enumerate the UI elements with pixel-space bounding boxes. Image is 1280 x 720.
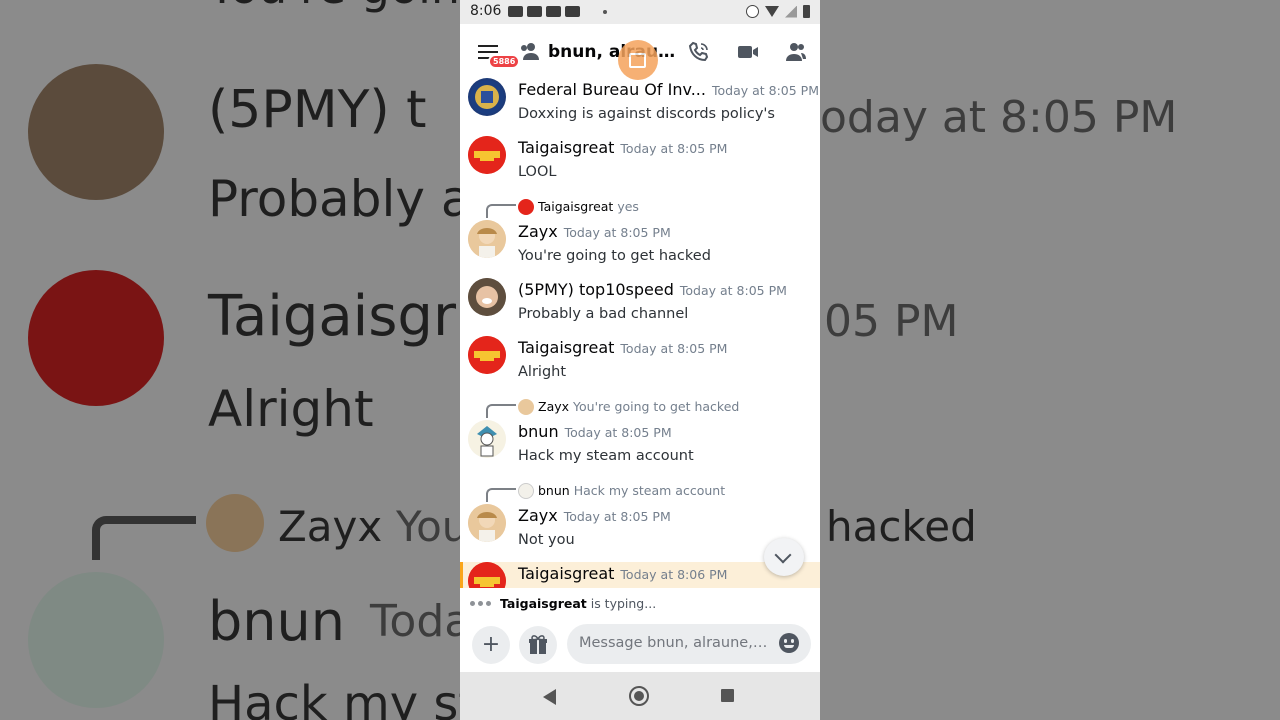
dnd-icon xyxy=(746,5,759,18)
reply-avatar xyxy=(518,399,534,415)
more-notifications-icon xyxy=(603,10,607,14)
bg-text: Zayx xyxy=(278,502,383,551)
avatar[interactable] xyxy=(468,220,506,258)
message-text: Hack my steam account xyxy=(518,448,694,464)
reply-spine xyxy=(486,404,516,418)
message-text: Doxxing is against discords policy's xyxy=(518,106,775,122)
bg-text: 05 PM xyxy=(824,296,959,347)
author-name[interactable]: Taigaisgreat Today at 8:05 PM xyxy=(518,338,727,357)
avatar[interactable] xyxy=(468,504,506,542)
author-name[interactable]: Federal Bureau Of Inv... Today at 8:05 PM xyxy=(518,80,819,99)
bg-avatar xyxy=(28,572,164,708)
bg-text: Alright xyxy=(208,380,374,438)
author-name[interactable]: bnun Today at 8:05 PM xyxy=(518,422,672,441)
group-dm-icon xyxy=(521,43,539,60)
reply-avatar xyxy=(518,483,534,499)
bg-avatar xyxy=(206,494,264,552)
unread-badge: 5886 xyxy=(488,54,521,69)
bg-text: Taigaisgr xyxy=(208,284,456,349)
message-text: Probably a bad channel xyxy=(518,306,689,322)
message-input[interactable]: Message bnun, alraune, A... xyxy=(567,624,811,664)
back-icon[interactable] xyxy=(543,689,556,705)
timestamp: Today at 8:06 PM xyxy=(620,567,728,582)
message-text: You're going to get hacked xyxy=(518,248,711,264)
timestamp: Today at 8:05 PM xyxy=(563,509,671,524)
bg-text: oday at 8:05 PM xyxy=(820,92,1178,143)
message-text: Not you xyxy=(518,532,575,548)
typing-dots-icon xyxy=(470,601,491,606)
typing-suffix: is typing... xyxy=(586,596,657,611)
status-bar: 8:06 xyxy=(460,0,820,24)
plus-icon: + xyxy=(481,632,501,657)
message-text: Alright xyxy=(518,364,567,380)
reply-spine xyxy=(486,204,516,218)
channel-header: 5886 bnun, alraun... xyxy=(460,24,820,80)
avatar[interactable] xyxy=(468,278,506,316)
jump-to-bottom-button[interactable] xyxy=(764,538,804,576)
timestamp: Today at 8:05 PM xyxy=(563,225,671,240)
gift-button[interactable] xyxy=(519,626,557,664)
youtube-icon xyxy=(565,6,580,17)
typing-indicator: Taigaisgreat is typing... xyxy=(460,590,820,618)
message-text: LOOL xyxy=(518,164,557,180)
voice-call-icon[interactable] xyxy=(687,40,711,64)
battery-icon xyxy=(803,5,810,18)
timestamp: Today at 8:05 PM xyxy=(564,425,672,440)
bg-text: Toda xyxy=(370,596,472,647)
member-list-icon[interactable] xyxy=(784,40,808,64)
emoji-icon[interactable] xyxy=(779,633,799,653)
gift-icon xyxy=(529,635,547,654)
youtube-icon xyxy=(508,6,523,17)
bg-text: hacked xyxy=(826,502,977,551)
message-placeholder: Message bnun, alraune, A... xyxy=(579,635,769,651)
bg-avatar xyxy=(28,64,164,200)
avatar[interactable] xyxy=(468,420,506,458)
timestamp: Today at 8:05 PM xyxy=(679,283,787,298)
bg-reply-curve xyxy=(92,516,196,560)
avatar[interactable] xyxy=(468,336,506,374)
system-icons xyxy=(746,5,810,18)
author-name[interactable]: Zayx Today at 8:05 PM xyxy=(518,506,671,525)
screen-recorder-icon[interactable] xyxy=(618,40,658,80)
recent-apps-icon[interactable] xyxy=(721,689,734,702)
author-name[interactable]: Taigaisgreat Today at 8:06 PM xyxy=(518,564,727,583)
video-call-icon[interactable] xyxy=(736,40,760,64)
youtube-icon xyxy=(527,6,542,17)
timestamp: Today at 8:05 PM xyxy=(711,83,819,98)
bg-text: You xyxy=(396,502,469,551)
message-composer: + Message bnun, alraune, A... xyxy=(460,618,820,672)
reply-avatar xyxy=(518,199,534,215)
author-name[interactable]: (5PMY) top10speed Today at 8:05 PM xyxy=(518,280,787,299)
wifi-icon xyxy=(765,6,779,17)
typing-user: Taigaisgreat xyxy=(500,596,587,611)
bg-text: bnun xyxy=(208,590,345,653)
avatar[interactable] xyxy=(468,136,506,174)
timestamp: Today at 8:05 PM xyxy=(620,341,728,356)
signal-icon xyxy=(785,5,797,18)
timestamp: Today at 8:05 PM xyxy=(620,141,728,156)
android-nav-bar xyxy=(460,672,820,720)
phone-screen: 8:06 5886 bnun, alraun... Federal Bureau… xyxy=(460,0,820,720)
avatar[interactable] xyxy=(468,78,506,116)
reply-spine xyxy=(486,488,516,502)
bg-text: You're goin xyxy=(208,0,460,14)
bg-text: Probably a xyxy=(208,170,472,228)
youtube-icon xyxy=(546,6,561,17)
bg-avatar xyxy=(28,270,164,406)
bg-text: (5PMY) t xyxy=(208,80,427,140)
message-list: Federal Bureau Of Inv... Today at 8:05 PM… xyxy=(460,76,820,588)
home-icon[interactable] xyxy=(629,686,649,706)
author-name[interactable]: Taigaisgreat Today at 8:05 PM xyxy=(518,138,727,157)
author-name[interactable]: Zayx Today at 8:05 PM xyxy=(518,222,671,241)
add-attachment-button[interactable]: + xyxy=(472,626,510,664)
bg-text: Hack my st xyxy=(208,676,478,720)
notification-icons xyxy=(508,6,580,17)
status-time: 8:06 xyxy=(470,3,502,19)
